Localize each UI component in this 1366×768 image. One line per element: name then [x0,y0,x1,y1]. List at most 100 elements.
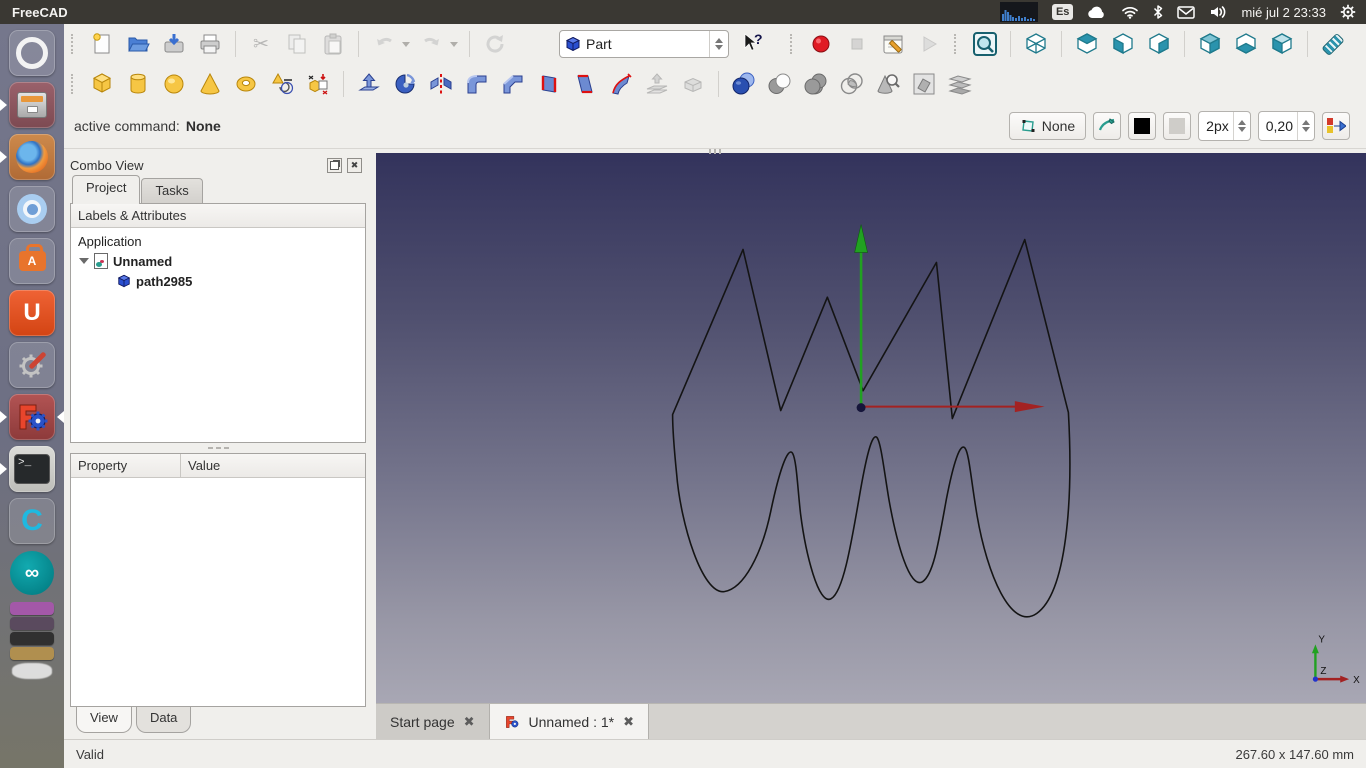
undo-dropdown-icon[interactable] [402,41,410,51]
face-color-swatch[interactable] [1163,112,1192,140]
mirror-icon[interactable] [428,71,454,97]
line-color-swatch[interactable] [1128,112,1157,140]
property-table-body[interactable] [71,478,365,706]
copy-icon[interactable] [284,31,310,57]
stacked-app-icon[interactable] [10,617,54,630]
macro-execute-icon[interactable] [916,31,942,57]
thickness-icon[interactable] [680,71,706,97]
workbench-selector[interactable]: Part [559,30,729,58]
right-view-icon[interactable] [1146,31,1172,57]
open-document-icon[interactable] [125,31,151,57]
text-scale-spin-buttons[interactable] [1297,112,1314,140]
launcher-item-settings[interactable] [9,342,55,388]
splitter-handle[interactable] [709,149,721,154]
part-torus-icon[interactable] [233,71,259,97]
toolbar-drag-handle[interactable] [71,34,77,54]
line-width-spinbox[interactable]: 2px [1198,111,1251,141]
dock-splitter-handle[interactable] [70,443,366,453]
part-sphere-icon[interactable] [161,71,187,97]
macro-edit-icon[interactable] [880,31,906,57]
dock-mdi-splitter[interactable] [368,153,376,739]
undo-icon[interactable] [371,31,397,57]
tree-item-document[interactable]: Unnamed [71,251,365,271]
mail-icon[interactable] [1177,5,1196,19]
launcher-item-files[interactable] [0,82,55,128]
expander-icon[interactable] [79,258,89,269]
keyboard-layout-indicator[interactable]: Es [1051,4,1074,20]
shape-builder-icon[interactable] [305,71,331,97]
launcher-item-c-ide[interactable]: C [9,498,55,544]
boolean-icon[interactable] [731,71,757,97]
text-scale-spinbox[interactable]: 0,20 [1257,111,1315,141]
revolve-icon[interactable] [392,71,418,97]
front-view-icon[interactable] [1074,31,1100,57]
intersection-icon[interactable] [839,71,865,97]
axonometric-view-icon[interactable] [1023,31,1049,57]
launcher-item-chromium[interactable] [9,186,55,232]
stacked-app-icon[interactable] [10,632,54,645]
rear-view-icon[interactable] [1197,31,1223,57]
check-geometry-icon[interactable] [875,71,901,97]
cross-sections-icon[interactable] [947,71,973,97]
loft-icon[interactable] [572,71,598,97]
construction-mode-button[interactable] [1093,112,1122,140]
line-width-spin-buttons[interactable] [1232,112,1250,140]
dock-float-button[interactable] [327,157,342,173]
close-tab-icon[interactable]: ✖ [623,714,634,730]
clock[interactable]: mié jul 2 23:33 [1241,5,1326,20]
new-document-icon[interactable] [89,31,115,57]
bottom-view-icon[interactable] [1233,31,1259,57]
column-property[interactable]: Property [71,454,181,477]
measure-distance-icon[interactable] [1320,31,1346,57]
chamfer-icon[interactable] [500,71,526,97]
sweep-icon[interactable] [608,71,634,97]
stacked-app-icon[interactable] [10,647,54,660]
volume-icon[interactable] [1209,4,1227,20]
top-view-icon[interactable] [1110,31,1136,57]
tab-tasks[interactable]: Tasks [141,178,203,204]
toolbar-drag-handle[interactable] [954,34,960,54]
fit-all-icon[interactable] [972,31,998,57]
cloud-icon[interactable] [1087,6,1107,19]
launcher-window-stack[interactable] [0,602,64,679]
close-tab-icon[interactable]: ✖ [464,714,475,730]
tab-unnamed-document[interactable]: Unnamed : 1* ✖ [489,704,650,739]
part-box-icon[interactable] [89,71,115,97]
macro-stop-icon[interactable] [844,31,870,57]
working-plane-button[interactable]: None [1008,112,1087,140]
refresh-icon[interactable] [482,31,508,57]
fillet-icon[interactable] [464,71,490,97]
stacked-app-icon[interactable] [10,602,54,615]
extrude-icon[interactable] [356,71,382,97]
autogroup-button[interactable] [1322,112,1350,140]
toolbar-drag-handle[interactable] [790,34,796,54]
launcher-item-dash[interactable] [9,30,55,76]
session-gear-icon[interactable] [1340,4,1356,20]
wifi-icon[interactable] [1121,5,1139,19]
toolbar-drag-handle[interactable] [71,74,77,94]
cross-section-icon[interactable] [911,71,937,97]
left-view-icon[interactable] [1269,31,1295,57]
offset-icon[interactable] [644,71,670,97]
whats-this-icon[interactable]: ? [740,31,766,57]
launcher-item-firefox[interactable] [0,134,55,180]
create-primitives-icon[interactable] [269,71,295,97]
trash-icon[interactable] [12,663,52,679]
launcher-item-freecad[interactable] [0,394,64,440]
tree-item-application[interactable]: Application [71,231,365,251]
dock-close-button[interactable]: ✖ [347,157,362,173]
redo-icon[interactable] [419,31,445,57]
tab-start-page[interactable]: Start page ✖ [376,704,490,739]
bluetooth-icon[interactable] [1153,4,1163,20]
ruled-surface-icon[interactable] [536,71,562,97]
column-value[interactable]: Value [181,454,227,477]
paste-icon[interactable] [320,31,346,57]
print-icon[interactable] [197,31,223,57]
cut-icon[interactable] [767,71,793,97]
tree-item-path[interactable]: path2985 [71,271,365,291]
redo-dropdown-icon[interactable] [450,41,458,51]
system-monitor-icon[interactable] [999,2,1038,22]
workbench-spin-buttons[interactable] [709,31,728,57]
3d-viewport[interactable]: Y X Z [376,153,1366,703]
macro-record-icon[interactable] [808,31,834,57]
